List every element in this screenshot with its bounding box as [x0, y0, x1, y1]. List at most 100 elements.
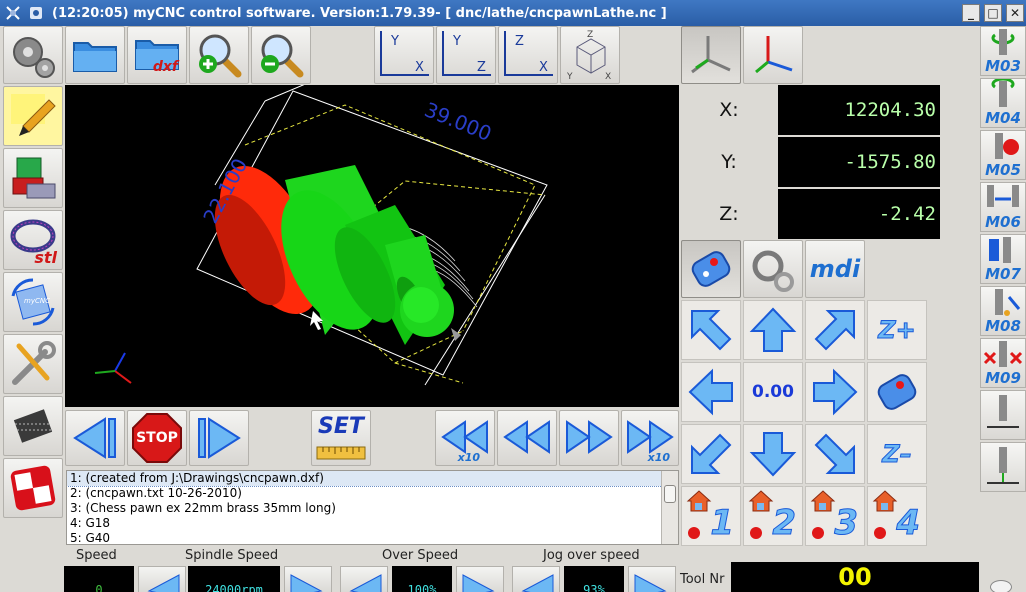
program-line[interactable]: 5: G40	[67, 531, 678, 544]
scrollbar-thumb[interactable]	[664, 485, 676, 503]
jog-down-right-button[interactable]	[805, 424, 865, 484]
x10-right-label: x10	[647, 451, 670, 464]
jog-down-left-button[interactable]	[681, 424, 741, 484]
m03-button[interactable]: M03	[980, 26, 1026, 76]
jog-z-minus-button[interactable]: Z–	[867, 424, 927, 484]
m09-button[interactable]: M09	[980, 338, 1026, 388]
home-1-button[interactable]: 1	[681, 486, 741, 546]
origin-axes-icon	[94, 352, 132, 384]
over-speed-decrease-button[interactable]	[340, 566, 388, 592]
arrow-left-small-icon	[147, 574, 180, 592]
arrow-left-small-icon	[349, 574, 382, 592]
next-step-button[interactable]	[189, 410, 249, 466]
program-listing[interactable]: 1: (created from J:\Drawings\cncpawn.dxf…	[66, 470, 679, 545]
folder-icon	[73, 42, 117, 72]
stl-label: stl	[34, 248, 57, 267]
m08-button[interactable]: M08	[980, 286, 1026, 336]
jog-speed-increase-button[interactable]	[628, 566, 676, 592]
close-button[interactable]: ✕	[1006, 4, 1024, 22]
mdi-mode-button[interactable]: mdi	[805, 240, 865, 298]
view-yz-button[interactable]: Y Z	[436, 26, 496, 84]
flood-coolant-icon	[995, 289, 1021, 316]
dro-z-value[interactable]: -2.42	[778, 189, 940, 239]
dro-x-value[interactable]: 12204.30	[778, 85, 940, 135]
open-dxf-button[interactable]: dxf	[127, 26, 187, 84]
open-file-button[interactable]	[65, 26, 125, 84]
program-line[interactable]: 3: (Chess pawn ex 22mm brass 35mm long)	[67, 501, 678, 516]
pendant-small-icon	[877, 374, 917, 410]
spindle-increase-button[interactable]	[284, 566, 332, 592]
spindle-decrease-button[interactable]	[138, 566, 186, 592]
m04-label: M04	[985, 109, 1021, 127]
view-zx-button[interactable]: Z X	[498, 26, 558, 84]
spindle-speed-value: 24000rpm	[188, 566, 280, 592]
home-3-button[interactable]: 3	[805, 486, 865, 546]
speed-label: Speed	[76, 548, 117, 563]
arrow-up-icon	[749, 307, 797, 352]
jog-up-left-button[interactable]	[681, 300, 741, 360]
stl-import-button[interactable]: stl	[3, 210, 63, 270]
library-button[interactable]	[3, 148, 63, 208]
jog-pendant-button[interactable]	[867, 362, 927, 422]
toolpath-viewport[interactable]: 39.000 22.100	[65, 85, 679, 407]
tools-button[interactable]	[3, 334, 63, 394]
m05-label: M05	[985, 161, 1021, 179]
checker-button[interactable]	[3, 458, 63, 518]
axis-view-toggle-button[interactable]	[681, 26, 741, 84]
tool-nr-value: 00	[731, 562, 979, 592]
fast-forward-x10-button[interactable]: x10	[621, 410, 679, 466]
program-mode-button[interactable]	[743, 240, 803, 298]
mycnc-rotate-button[interactable]: myCNC	[3, 272, 63, 332]
prev-step-button[interactable]	[65, 410, 125, 466]
probe-button[interactable]	[980, 390, 1026, 440]
checker-cube-icon	[10, 465, 56, 511]
status-indicator[interactable]	[990, 580, 1012, 592]
m07-label: M07	[985, 265, 1021, 283]
program-line[interactable]: 1: (created from J:\Drawings\cncpawn.dxf…	[67, 471, 678, 487]
zoom-out-button[interactable]	[251, 26, 311, 84]
tool-length-button[interactable]	[980, 442, 1026, 492]
view-xy-button[interactable]: Y X	[374, 26, 434, 84]
dro-y-value[interactable]: -1575.80	[778, 137, 940, 187]
jog-up-right-button[interactable]	[805, 300, 865, 360]
set-button[interactable]: SET	[311, 410, 371, 466]
jog-pendant-mode-button[interactable]	[681, 240, 741, 298]
maximize-button[interactable]: □	[984, 4, 1002, 22]
window-menu-icon[interactable]	[3, 3, 23, 23]
controller-chip-button[interactable]	[3, 396, 63, 456]
jog-right-button[interactable]	[805, 362, 865, 422]
minimize-button[interactable]: _	[962, 4, 980, 22]
rewind-button[interactable]	[497, 410, 557, 466]
jog-step-display[interactable]: 0.00	[743, 362, 803, 422]
forward-button[interactable]	[559, 410, 619, 466]
window-pin-icon[interactable]	[26, 3, 46, 23]
fast-rewind-x10-button[interactable]: x10	[435, 410, 495, 466]
view-3d-button[interactable]: Z Y X	[560, 26, 620, 84]
zoom-in-button[interactable]	[189, 26, 249, 84]
tool-nr-label: Tool Nr	[680, 572, 725, 587]
program-line[interactable]: 2: (cncpawn.txt 10-26-2010)	[67, 486, 678, 501]
settings-button[interactable]	[3, 26, 63, 84]
m06-button[interactable]: M06	[980, 182, 1026, 232]
program-line[interactable]: 4: G18	[67, 516, 678, 531]
zoom-out-icon	[261, 34, 304, 78]
over-speed-increase-button[interactable]	[456, 566, 504, 592]
jog-z-plus-button[interactable]: Z+	[867, 300, 927, 360]
jog-left-button[interactable]	[681, 362, 741, 422]
axis-view-color-button[interactable]	[743, 26, 803, 84]
m07-button[interactable]: M07	[980, 234, 1026, 284]
m04-button[interactable]: M04	[980, 78, 1026, 128]
red-dot-icon	[688, 527, 700, 539]
jog-down-button[interactable]	[743, 424, 803, 484]
m08-label: M08	[985, 317, 1021, 335]
jog-speed-decrease-button[interactable]	[512, 566, 560, 592]
edit-program-button[interactable]	[3, 86, 63, 146]
stop-button[interactable]: STOP	[127, 410, 187, 466]
home-2-button[interactable]: 2	[743, 486, 803, 546]
home-4-button[interactable]: 4	[867, 486, 927, 546]
listing-scrollbar[interactable]	[661, 471, 678, 544]
m05-button[interactable]: M05	[980, 130, 1026, 180]
chip-icon	[13, 409, 53, 443]
jog-up-button[interactable]	[743, 300, 803, 360]
tool-change-icon	[987, 185, 1019, 207]
